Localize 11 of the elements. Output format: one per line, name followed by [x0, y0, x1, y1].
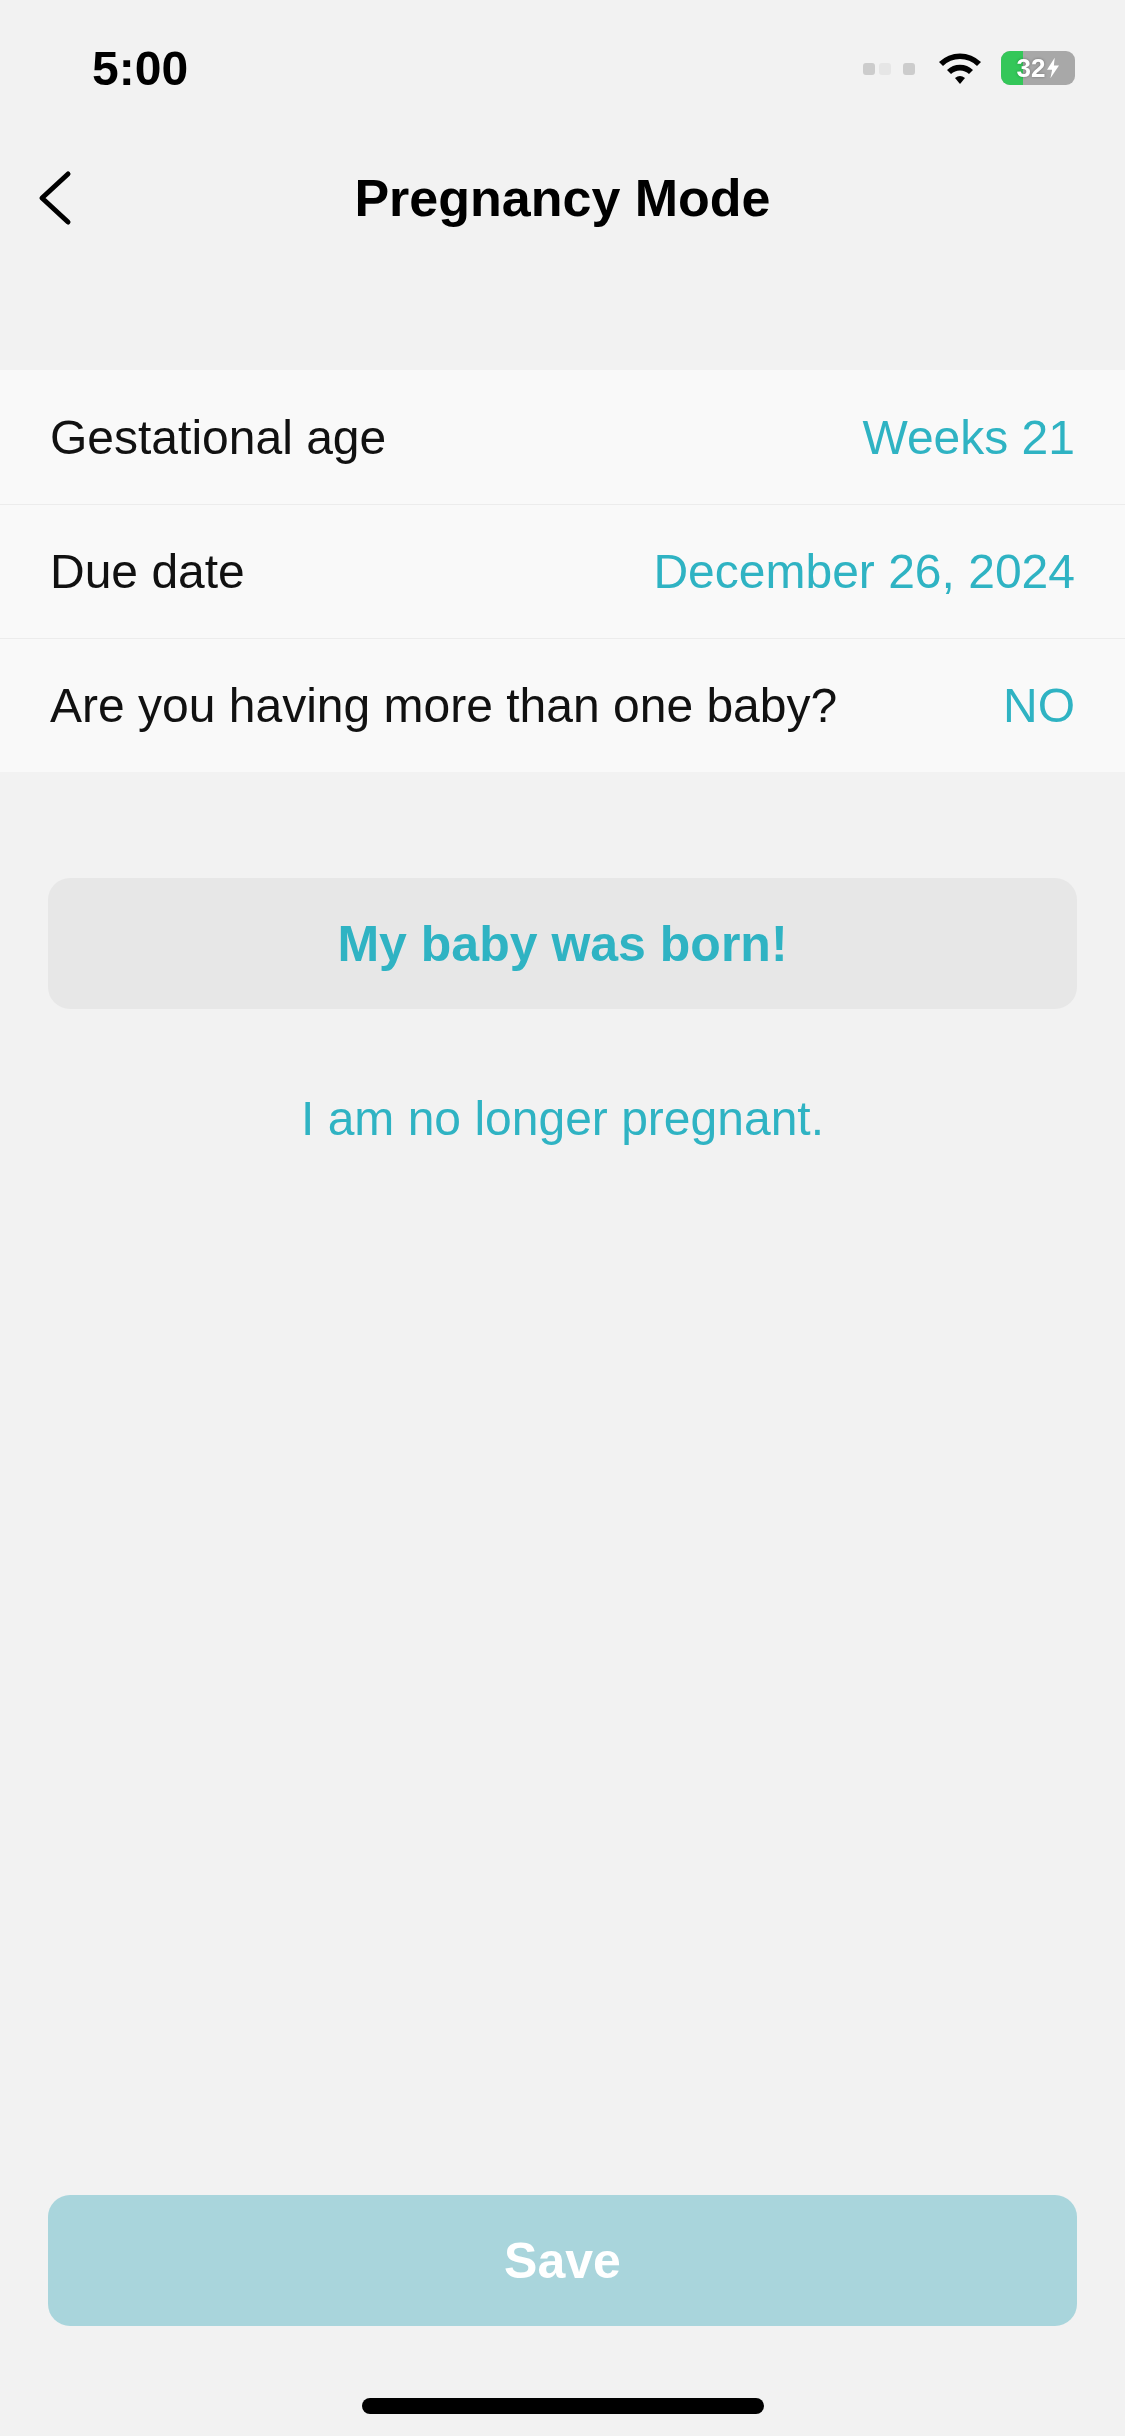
- wifi-icon: [937, 50, 983, 86]
- row-value[interactable]: NO: [1003, 678, 1075, 733]
- no-longer-pregnant-link[interactable]: I am no longer pregnant.: [301, 1091, 824, 1146]
- status-time: 5:00: [92, 40, 189, 96]
- row-value[interactable]: December 26, 2024: [653, 544, 1075, 599]
- row-value[interactable]: Weeks 21: [862, 409, 1075, 465]
- baby-born-button[interactable]: My baby was born!: [48, 878, 1077, 1009]
- page-title: Pregnancy Mode: [354, 168, 771, 228]
- row-label: Due date: [50, 544, 245, 599]
- row-label: Gestational age: [50, 409, 387, 465]
- row-label: Are you having more than one baby?: [50, 678, 838, 733]
